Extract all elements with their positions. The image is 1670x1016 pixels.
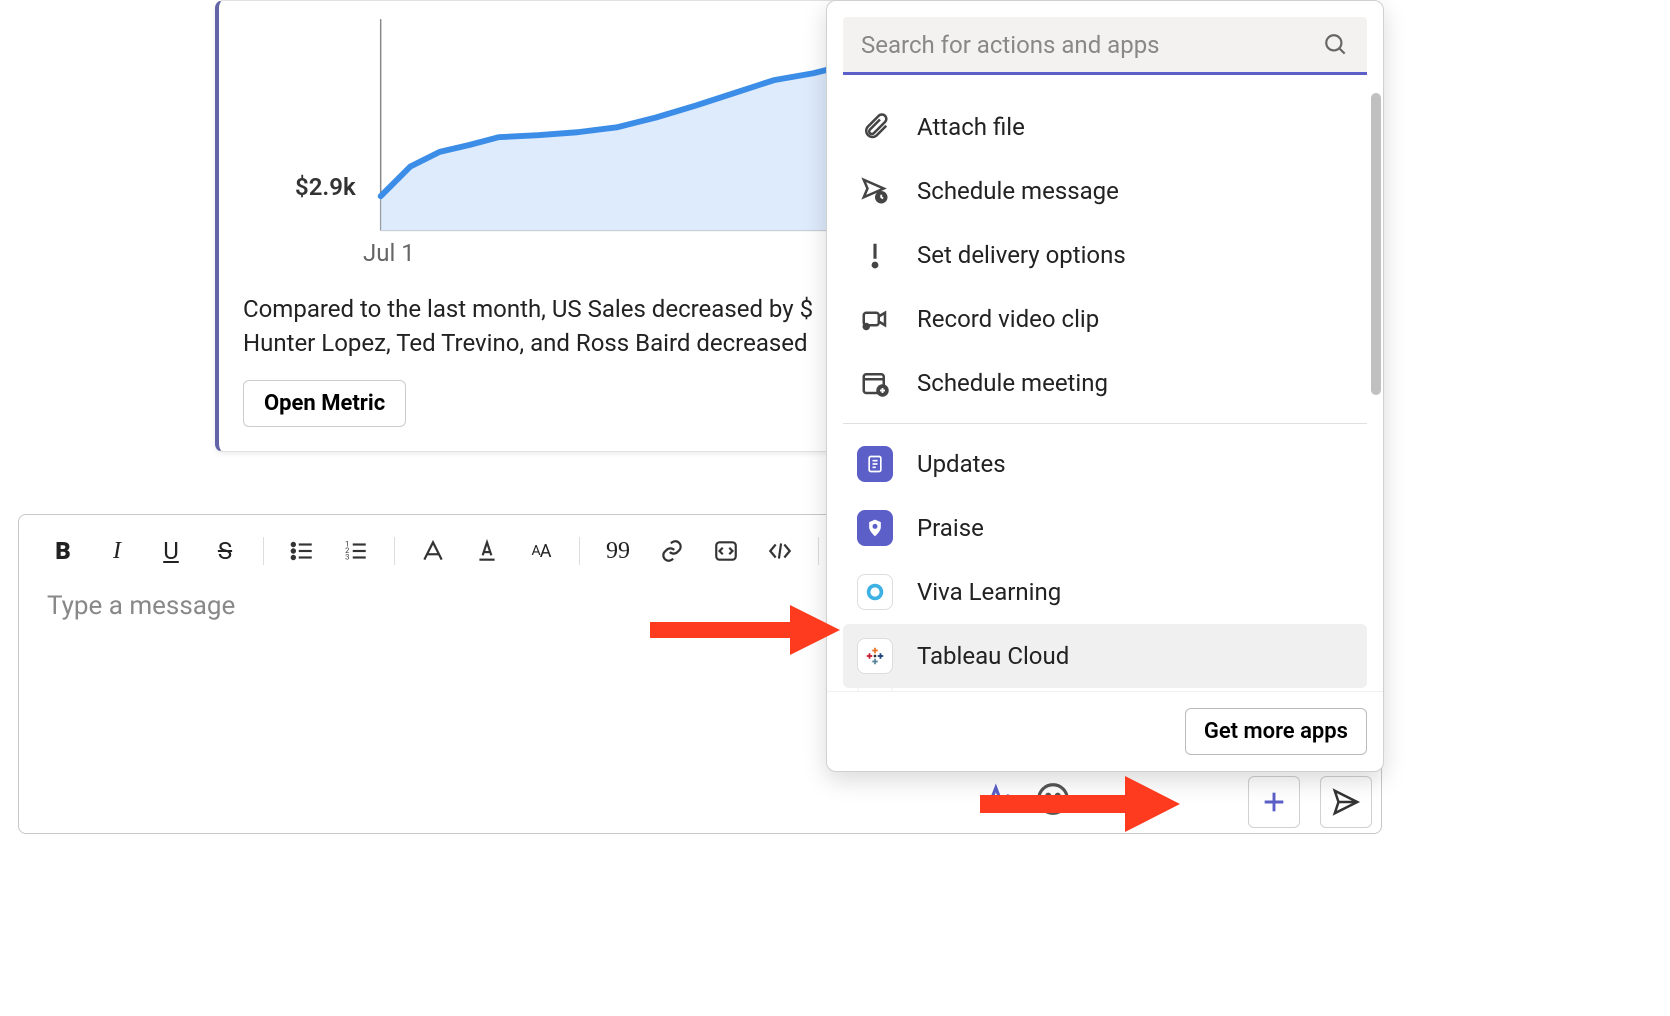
popup-list: Attach file Schedule message Set deliver… bbox=[827, 91, 1383, 691]
action-record-video-clip[interactable]: Record video clip bbox=[843, 287, 1367, 351]
toolbar-separator bbox=[263, 537, 264, 565]
bullet-list-button[interactable] bbox=[286, 535, 318, 567]
app-viva-learning[interactable]: Viva Learning bbox=[843, 560, 1367, 624]
actions-apps-popup: Attach file Schedule message Set deliver… bbox=[826, 0, 1384, 772]
toolbar-separator bbox=[579, 537, 580, 565]
popup-divider bbox=[843, 423, 1367, 424]
font-color-button[interactable] bbox=[471, 535, 503, 567]
viva-learning-app-icon bbox=[857, 574, 893, 610]
send-button[interactable] bbox=[1320, 776, 1372, 828]
app-item-partial[interactable] bbox=[843, 688, 1367, 691]
toolbar-separator bbox=[818, 537, 819, 565]
important-icon bbox=[857, 237, 893, 273]
action-label: Attach file bbox=[917, 113, 1025, 141]
code-snippet-button[interactable] bbox=[710, 535, 742, 567]
search-input[interactable] bbox=[861, 31, 1311, 59]
send-clock-icon bbox=[857, 173, 893, 209]
praise-app-icon bbox=[857, 510, 893, 546]
tableau-cloud-app-icon bbox=[857, 638, 893, 674]
popup-footer: Get more apps bbox=[827, 691, 1383, 771]
popup-search-field[interactable] bbox=[843, 17, 1367, 75]
app-icon-partial bbox=[857, 688, 893, 691]
action-schedule-meeting[interactable]: Schedule meeting bbox=[843, 351, 1367, 415]
link-button[interactable] bbox=[656, 535, 688, 567]
action-attach-file[interactable]: Attach file bbox=[843, 95, 1367, 159]
send-icon bbox=[1331, 787, 1361, 817]
action-schedule-message[interactable]: Schedule message bbox=[843, 159, 1367, 223]
video-camera-icon bbox=[857, 301, 893, 337]
highlight-button[interactable] bbox=[417, 535, 449, 567]
action-label: Schedule message bbox=[917, 177, 1119, 205]
app-label: Tableau Cloud bbox=[917, 642, 1069, 670]
paperclip-icon bbox=[857, 109, 893, 145]
search-icon bbox=[1323, 32, 1349, 58]
compose-actions-row bbox=[1248, 776, 1372, 828]
font-size-button[interactable]: AA bbox=[525, 535, 557, 567]
quote-button[interactable]: 99 bbox=[602, 535, 634, 567]
svg-text:3: 3 bbox=[345, 553, 349, 562]
code-block-button[interactable] bbox=[764, 535, 796, 567]
plus-icon bbox=[1260, 788, 1288, 816]
action-label: Record video clip bbox=[917, 305, 1099, 333]
underline-button[interactable]: U bbox=[155, 535, 187, 567]
toolbar-separator bbox=[394, 537, 395, 565]
action-set-delivery-options[interactable]: Set delivery options bbox=[843, 223, 1367, 287]
get-more-apps-button[interactable]: Get more apps bbox=[1185, 708, 1367, 755]
italic-button[interactable]: I bbox=[101, 535, 133, 567]
chart-start-value-label: $2.9k bbox=[295, 173, 356, 201]
app-tableau-cloud[interactable]: Tableau Cloud bbox=[843, 624, 1367, 688]
app-label: Viva Learning bbox=[917, 578, 1061, 606]
app-updates[interactable]: Updates bbox=[843, 432, 1367, 496]
action-label: Set delivery options bbox=[917, 241, 1126, 269]
add-attachment-button[interactable] bbox=[1248, 776, 1300, 828]
action-label: Schedule meeting bbox=[917, 369, 1108, 397]
calendar-plus-icon bbox=[857, 365, 893, 401]
app-label: Praise bbox=[917, 514, 984, 542]
strikethrough-button[interactable]: S bbox=[209, 535, 241, 567]
app-label: Updates bbox=[917, 450, 1006, 478]
numbered-list-button[interactable]: 123 bbox=[340, 535, 372, 567]
annotation-arrow-to-plus-button bbox=[980, 776, 1180, 832]
chart-x-start-label: Jul 1 bbox=[363, 239, 415, 267]
bold-button[interactable]: B bbox=[47, 535, 79, 567]
annotation-arrow-to-tableau bbox=[650, 605, 840, 655]
app-praise[interactable]: Praise bbox=[843, 496, 1367, 560]
updates-app-icon bbox=[857, 446, 893, 482]
open-metric-button[interactable]: Open Metric bbox=[243, 380, 406, 427]
